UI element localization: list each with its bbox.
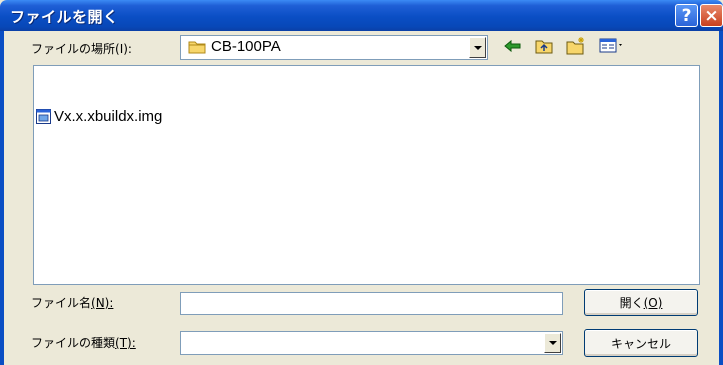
list-item[interactable]: Vx.x.xbuildx.img xyxy=(36,108,162,125)
back-arrow-icon[interactable] xyxy=(502,35,524,57)
view-menu-icon[interactable] xyxy=(598,35,626,57)
filetype-dropdown[interactable] xyxy=(180,331,563,355)
filename-label: ファイル名(N): xyxy=(31,296,114,310)
location-dropdown[interactable]: CB-100PA xyxy=(180,35,488,60)
up-folder-icon[interactable] xyxy=(533,35,555,57)
window-frame-right xyxy=(719,31,723,365)
folder-icon xyxy=(188,41,206,54)
location-value: CB-100PA xyxy=(211,38,281,55)
title-bar[interactable]: ファイルを開く ? × xyxy=(0,0,723,31)
cancel-button[interactable]: キャンセル xyxy=(584,329,698,357)
window-title: ファイルを開く xyxy=(10,8,119,26)
open-button[interactable]: 開く (O) xyxy=(584,289,698,316)
help-button[interactable]: ? xyxy=(675,4,698,27)
file-list[interactable]: Vx.x.xbuildx.img xyxy=(33,65,700,285)
filetype-label: ファイルの種類(T): xyxy=(31,336,136,350)
new-folder-icon[interactable] xyxy=(565,35,587,57)
help-icon: ? xyxy=(681,5,692,26)
close-button[interactable]: × xyxy=(700,4,723,27)
window-frame-left xyxy=(0,31,4,365)
close-icon: × xyxy=(704,5,719,26)
image-file-icon xyxy=(36,109,51,124)
filename-input[interactable] xyxy=(180,292,563,315)
location-label: ファイルの場所(I): xyxy=(31,42,132,56)
chevron-down-icon[interactable] xyxy=(469,37,486,58)
file-name: Vx.x.xbuildx.img xyxy=(54,108,163,125)
chevron-down-icon[interactable] xyxy=(544,333,561,353)
